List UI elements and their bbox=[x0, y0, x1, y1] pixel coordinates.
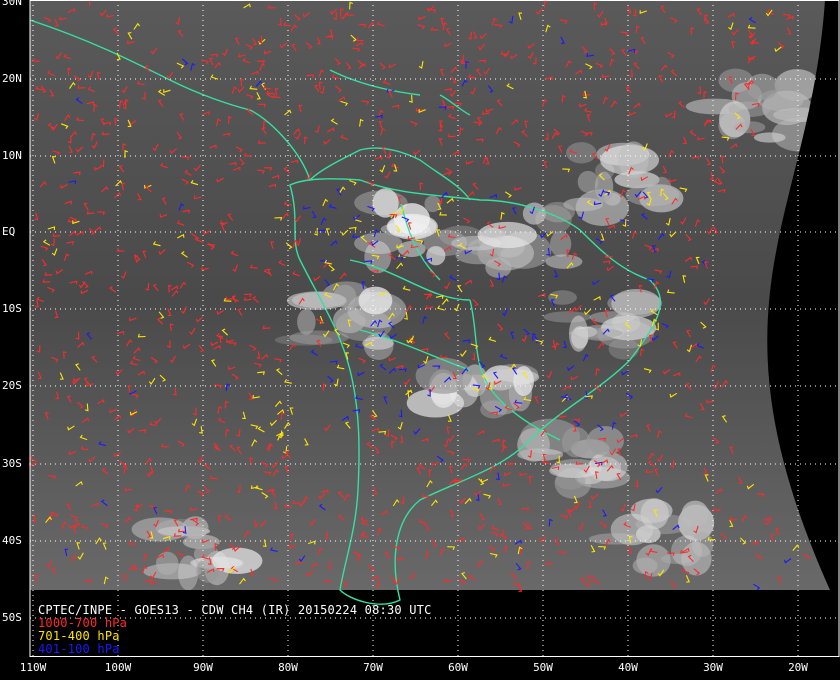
cloud-patch bbox=[485, 257, 512, 278]
lat-label: 40S bbox=[2, 534, 22, 547]
cloud-patch bbox=[632, 557, 658, 574]
cloud-patch bbox=[753, 132, 786, 143]
lat-label: 50S bbox=[2, 611, 22, 624]
lon-label: 80W bbox=[278, 661, 298, 674]
cloud-patch bbox=[549, 463, 598, 479]
cloud-patch bbox=[182, 516, 209, 540]
lat-label: EQ bbox=[2, 225, 16, 238]
satellite-wind-map bbox=[0, 0, 840, 680]
lon-label: 40W bbox=[618, 661, 638, 674]
lon-label: 60W bbox=[448, 661, 468, 674]
cloud-patch bbox=[212, 547, 263, 575]
cloud-patch bbox=[566, 142, 597, 164]
cloud-patch bbox=[550, 230, 572, 257]
cloud-patch bbox=[608, 337, 640, 360]
cloud-patch bbox=[561, 426, 591, 458]
lat-label: 30S bbox=[2, 457, 22, 470]
cloud-patch bbox=[611, 289, 661, 318]
lon-label: 50W bbox=[533, 661, 553, 674]
lon-label: 20W bbox=[788, 661, 808, 674]
cloud-patch bbox=[618, 141, 649, 179]
lon-label: 90W bbox=[193, 661, 213, 674]
cloud-patch bbox=[386, 213, 438, 240]
lat-label: 10N bbox=[2, 149, 22, 162]
cloud-patch bbox=[651, 176, 672, 201]
cloud-patch bbox=[568, 315, 589, 352]
lon-label: 70W bbox=[363, 661, 383, 674]
lon-label: 100W bbox=[104, 661, 132, 674]
lat-label: 10S bbox=[2, 302, 22, 315]
cloud-patch bbox=[477, 221, 537, 249]
cloud-patch bbox=[426, 246, 446, 266]
cloud-patch bbox=[297, 308, 316, 335]
lon-label: 110W bbox=[19, 661, 47, 674]
lat-label: 20N bbox=[2, 72, 22, 85]
cloud-patch bbox=[178, 555, 199, 590]
cloud-patch bbox=[156, 551, 179, 576]
cloud-patch bbox=[415, 357, 473, 394]
cloud-patch bbox=[358, 286, 393, 315]
cloud-patch bbox=[588, 533, 643, 545]
lat-label: 20S bbox=[2, 379, 22, 392]
lon-label: 30W bbox=[703, 661, 723, 674]
cloud-patch bbox=[594, 171, 614, 203]
map-caption: CPTEC/INPE - GOES13 - CDW CH4 (IR) 20150… bbox=[38, 604, 432, 656]
cloud-patch bbox=[640, 498, 669, 530]
cloud-patch bbox=[513, 366, 534, 397]
cloud-patch bbox=[545, 254, 583, 269]
legend-item-high-level: 401-100 hPa bbox=[38, 642, 120, 656]
lat-label: 30N bbox=[2, 0, 22, 8]
